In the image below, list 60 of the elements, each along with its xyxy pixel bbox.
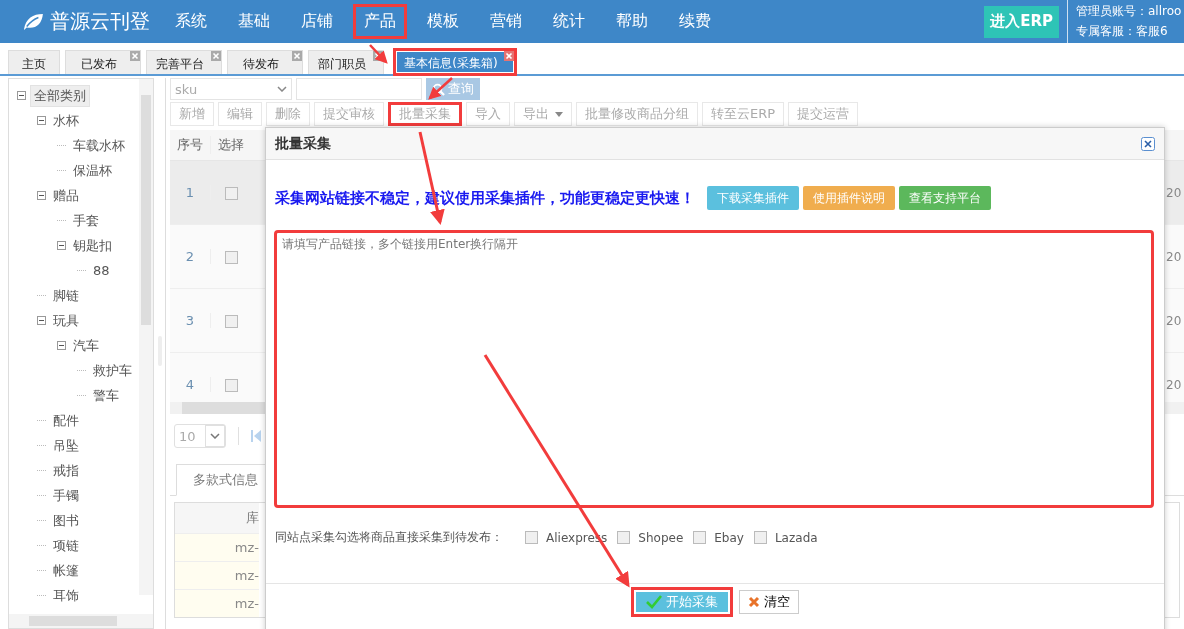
tree-item[interactable]: 配件 (50, 410, 82, 431)
nav-link[interactable]: 店铺 (290, 4, 344, 39)
tree-item[interactable]: 项链 (50, 535, 82, 556)
row-number: 4 (185, 377, 195, 392)
tree-item[interactable]: 汽车 (70, 335, 102, 356)
page-tab[interactable]: 主页 (8, 50, 60, 74)
tree-item[interactable]: 耳饰 (50, 585, 82, 603)
tree-item[interactable]: 88 (90, 262, 113, 279)
sites-label: 同站点采集勾选将商品直接采集到待发布： (275, 529, 503, 546)
tree-item[interactable]: 救护车 (90, 360, 135, 381)
page-tab[interactable]: 已发布 (65, 50, 141, 74)
nav-link[interactable]: 系统 (164, 4, 218, 39)
tree-item[interactable]: 保温杯 (70, 160, 115, 181)
links-input[interactable]: 请填写产品链接，多个链接用Enter换行隔开 (275, 231, 1153, 507)
dialog-title: 批量采集 (275, 134, 331, 153)
site-checkbox[interactable]: Ebay (693, 530, 744, 545)
account-label: 管理员账号：allroo (1076, 3, 1183, 20)
nav-link[interactable]: 帮助 (605, 4, 659, 39)
nav-link[interactable]: 续费 (668, 4, 722, 39)
nav-link[interactable]: 营销 (479, 4, 533, 39)
row-number: 1 (185, 185, 195, 200)
table-cell: mz- (175, 533, 259, 561)
tree-item[interactable]: 吊坠 (50, 435, 82, 456)
tree-item[interactable]: 赠品 (50, 185, 82, 206)
site-checkbox[interactable]: Lazada (753, 530, 818, 545)
tree-item[interactable]: 水杯 (50, 110, 82, 131)
table-cell: 20 (1166, 249, 1182, 264)
page-tab[interactable]: 完善平台 (146, 50, 222, 74)
page-tab[interactable]: 待发布 (227, 50, 303, 74)
table-cell: 20 (1166, 185, 1182, 200)
tree-item[interactable]: 手镯 (50, 485, 82, 506)
tree-item[interactable]: 车载水杯 (70, 135, 128, 156)
site-checkbox[interactable]: Shopee (617, 530, 684, 545)
column-header: 序号 (170, 136, 211, 154)
clear-button[interactable]: 清空 (739, 590, 799, 614)
tree-item[interactable]: 玩具 (50, 310, 82, 331)
page-tab[interactable]: 部门职员 (308, 50, 384, 74)
row-number: 3 (185, 313, 195, 328)
tree-item[interactable]: 帐篷 (50, 560, 82, 581)
tree-item[interactable]: 戒指 (50, 460, 82, 481)
tree-item[interactable]: 图书 (50, 510, 82, 531)
nav-link[interactable]: 基础 (227, 4, 281, 39)
tree-item[interactable]: 手套 (70, 210, 102, 231)
app-logo: 普源云刊登 (50, 8, 150, 35)
nav-link[interactable]: 模板 (416, 4, 470, 39)
table-cell: 20 (1166, 377, 1182, 392)
row-number: 2 (185, 249, 195, 264)
page-tab[interactable]: 基本信息(采集箱) (393, 48, 517, 76)
tree-item[interactable]: 脚链 (50, 285, 82, 306)
column-header: 选择 (217, 136, 245, 154)
support-label: 专属客服：客服6 (1076, 23, 1169, 40)
tree-item[interactable]: 警车 (90, 385, 122, 406)
column-header: 库 (175, 503, 259, 533)
table-cell: mz- (175, 589, 259, 617)
tree-item[interactable]: 钥匙扣 (70, 235, 115, 256)
tree-item[interactable]: 全部类别 (30, 84, 90, 107)
nav-link[interactable]: 统计 (542, 4, 596, 39)
table-cell: 20 (1166, 313, 1182, 328)
nav-link[interactable]: 产品 (353, 4, 407, 39)
table-cell: mz- (175, 561, 259, 589)
